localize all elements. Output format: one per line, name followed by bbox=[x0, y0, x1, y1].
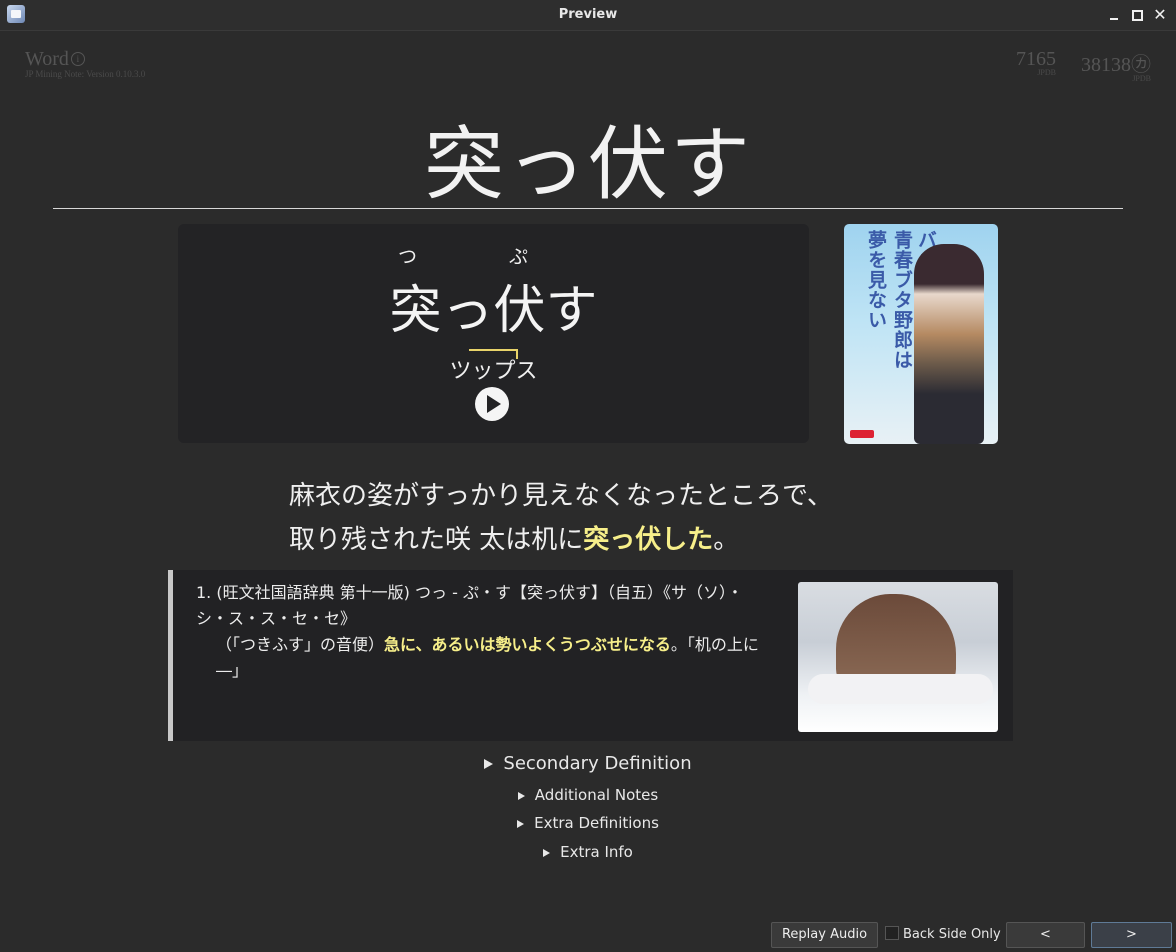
definition-text: 1. (旺文社国語辞典 第十一版) つっ - ぷ・す【突っ伏す】（自五）《サ（ソ… bbox=[196, 583, 759, 680]
definition-highlight: 急に、あるいは勢いよくうつぶせになる bbox=[384, 635, 671, 654]
furigana: ぷ bbox=[509, 246, 529, 268]
secondary-definition-toggle[interactable]: Secondary Definition bbox=[0, 753, 1176, 774]
minimize-icon[interactable] bbox=[1106, 6, 1122, 24]
triangle-right-icon bbox=[517, 820, 525, 828]
pitch-reading: ツップス bbox=[449, 359, 538, 384]
triangle-right-icon bbox=[517, 792, 525, 800]
previous-button[interactable]: < bbox=[1006, 922, 1085, 948]
character-illustration bbox=[914, 244, 984, 444]
close-icon[interactable]: ✕ bbox=[1152, 6, 1168, 24]
note-type-label: Word i bbox=[25, 48, 85, 71]
back-side-only-checkbox[interactable]: Back Side Only bbox=[885, 926, 1001, 942]
next-button[interactable]: > bbox=[1091, 922, 1172, 948]
info-icon[interactable]: i bbox=[70, 52, 85, 66]
publisher-logo bbox=[850, 430, 874, 438]
frequency-1: 7165 JPDB bbox=[996, 48, 1056, 77]
title-bar: Preview ✕ bbox=[0, 0, 1176, 31]
furigana: つ bbox=[398, 246, 418, 268]
bottom-bar: Replay Audio Back Side Only < > bbox=[0, 918, 1176, 952]
highlighted-word: 突っ伏した bbox=[583, 525, 714, 555]
maximize-icon[interactable] bbox=[1129, 6, 1145, 24]
word-heading: 突っ伏す bbox=[424, 118, 752, 211]
triangle-right-icon bbox=[543, 849, 551, 857]
extra-definitions-toggle[interactable]: Extra Definitions bbox=[0, 814, 1176, 832]
triangle-right-icon bbox=[484, 759, 494, 769]
book-cover-image: 青春ブタ野郎は バニーガール先輩の 夢を見ない bbox=[844, 224, 998, 444]
divider bbox=[53, 208, 1123, 209]
play-icon[interactable] bbox=[475, 387, 509, 421]
replay-audio-button[interactable]: Replay Audio bbox=[771, 922, 878, 948]
example-sentence: 麻衣の姿がすっかり見えなくなったところで、 取り残された咲 太は机に突っ伏した。 bbox=[289, 481, 833, 555]
extra-info-toggle[interactable]: Extra Info bbox=[0, 843, 1176, 861]
window-title: Preview bbox=[558, 7, 618, 22]
additional-notes-toggle[interactable]: Additional Notes bbox=[0, 786, 1176, 804]
checkbox[interactable] bbox=[885, 926, 899, 940]
note-version: JP Mining Note: Version 0.10.3.0 bbox=[25, 69, 146, 79]
reading-panel: つ ぷ 突っ伏す ツップス bbox=[178, 224, 809, 443]
definition-box: 1. (旺文社国語辞典 第十一版) つっ - ぷ・す【突っ伏す】（自五）《サ（ソ… bbox=[168, 570, 1013, 741]
definition-image bbox=[798, 582, 998, 732]
frequency-2: 38138㋕ JPDB bbox=[1066, 48, 1151, 83]
word-with-furigana: 突っ伏す bbox=[389, 281, 598, 341]
